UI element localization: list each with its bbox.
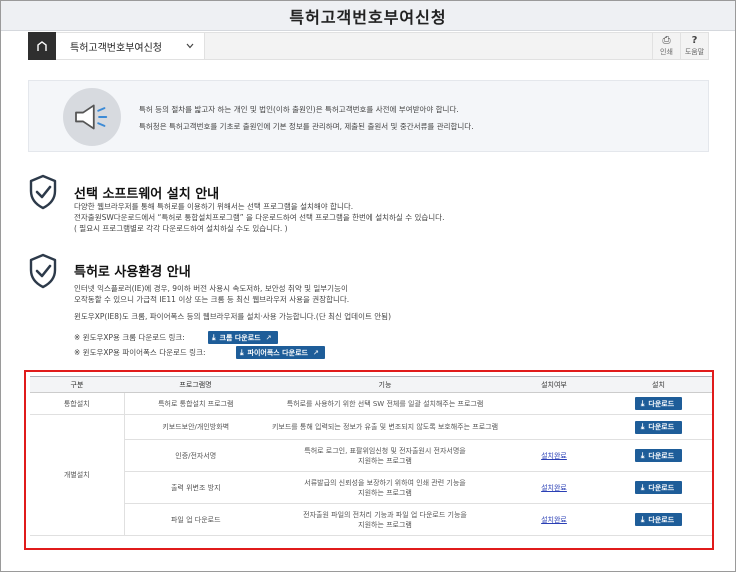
program-function: 서류발급의 신뢰성을 보장하기 위하여 인쇄 관련 기능을 지원하는 프로그램 (267, 471, 503, 504)
column-header: 구분 (30, 376, 124, 393)
megaphone-icon (63, 88, 121, 146)
install-status (503, 414, 605, 440)
download-icon: ⤓ (640, 422, 645, 431)
download-icon: ⤓ (640, 514, 645, 524)
program-name: 파일 업 다운로드 (124, 503, 267, 536)
notice-banner: 특허 등의 절차를 밟고자 하는 개인 및 법인(이하 출원인)은 특허고객번호… (28, 80, 709, 152)
program-function: 전자출원 파일의 전처리 기능과 파일 업 다운로드 기능을 지원하는 프로그램 (267, 503, 503, 536)
table-header-row: 구분 프로그램명 기능 설치여부 설치 (30, 376, 712, 393)
column-header: 설치여부 (503, 376, 605, 393)
section-title-environment: 특허로 사용환경 안내 (74, 265, 191, 280)
download-icon: ⤓ (640, 482, 645, 492)
download-button[interactable]: ⤓ 다운로드 (634, 481, 683, 494)
chevron-down-icon (186, 43, 194, 49)
external-link-icon: ↗ (312, 348, 319, 357)
column-header: 설치 (605, 376, 712, 393)
download-button[interactable]: ⤓ 다운로드 (634, 449, 683, 462)
chrome-download-button[interactable]: ⤓ 크롬 다운로드 ↗ (208, 331, 278, 344)
nav-bar: 특허고객번호부여신청 ⎙ 인쇄 ? 도움말 (28, 31, 709, 60)
help-label: 도움말 (684, 48, 705, 56)
download-button[interactable]: ⤓ 다운로드 (634, 513, 683, 526)
category-cell: 통합설치 (30, 392, 125, 415)
program-name: 출력 위변조 방지 (124, 471, 267, 504)
program-name: 키보드보안/개인방화벽 (124, 414, 267, 440)
program-function: 키보드를 통해 입력되는 정보가 유출 및 변조되지 않도록 보호해주는 프로그… (267, 414, 503, 440)
install-status (503, 392, 605, 415)
download-button[interactable]: ⤓ 다운로드 (634, 420, 683, 434)
table-row: 통합설치 특허로 통합설치 프로그램 특허로를 사용하기 위한 선택 SW 전체… (30, 392, 712, 415)
banner-line-1: 특허 등의 절차를 밟고자 하는 개인 및 법인(이하 출원인)은 특허고객번호… (139, 105, 459, 114)
external-link-icon: ↗ (265, 333, 272, 342)
section-title-software: 선택 소프트웨어 설치 안내 (74, 187, 220, 202)
category-cell: 개별설치 (30, 414, 125, 536)
download-icon: ⤓ (212, 332, 216, 342)
menu-dropdown-label: 특허고객번호부여신청 (70, 42, 162, 54)
firefox-download-button[interactable]: ⤓ 파이어폭스 다운로드 ↗ (236, 346, 325, 359)
install-status-link[interactable]: 설치완료 (541, 452, 567, 460)
install-status-link[interactable]: 설치완료 (541, 484, 567, 492)
help-button[interactable]: ? 도움말 (680, 33, 708, 59)
program-table: 구분 프로그램명 기능 설치여부 설치 통합설치 특허로 통합설치 프로그램 특… (30, 376, 712, 536)
program-function: 특허로를 사용하기 위한 선택 SW 전체를 일괄 설치해주는 프로그램 (267, 392, 503, 415)
program-function: 특허로 로그인, 표팔위임신청 및 전자출원시 전자서명을 지원하는 프로그램 (267, 439, 503, 472)
table-row: 파일 업 다운로드 전자출원 파일의 전처리 기능과 파일 업 다운로드 기능을… (30, 503, 712, 536)
home-icon (37, 40, 47, 51)
program-name: 인증/전자서명 (124, 439, 267, 472)
title-bar: 특허고객번호부여신청 (1, 1, 735, 31)
firefox-link-label: ※ 윈도우XP용 파이어폭스 다운로드 링크: (74, 348, 206, 357)
program-name: 특허로 통합설치 프로그램 (124, 392, 267, 415)
section-text-software: 다양한 웹브라우저를 통해 특허로를 이용하기 위해서는 선택 프로그램을 설치… (74, 202, 445, 233)
column-header: 기능 (267, 376, 503, 393)
menu-dropdown[interactable]: 특허고객번호부여신청 (56, 33, 205, 59)
shield-check-icon (29, 253, 57, 289)
print-icon: ⎙ (662, 35, 671, 46)
download-icon: ⤓ (640, 450, 645, 460)
print-label: 인쇄 (660, 48, 673, 56)
xp-note: 윈도우XP(IE8)도 크롬, 파이어폭스 등의 웹브라우저를 설치·사용 가능… (74, 312, 391, 321)
download-button[interactable]: ⤓ 다운로드 (634, 397, 683, 410)
program-table-highlight: 구분 프로그램명 기능 설치여부 설치 통합설치 특허로 통합설치 프로그램 특… (24, 370, 714, 550)
shield-check-icon (29, 174, 57, 210)
section-text-environment: 인터넷 익스플로러(IE)에 경우, 9이하 버전 사용시 속도저하, 보안성 … (74, 284, 350, 304)
install-status-link[interactable]: 설치완료 (541, 516, 567, 524)
table-row: 출력 위변조 방지 서류발급의 신뢰성을 보장하기 위하여 인쇄 관련 기능을 지… (30, 471, 712, 504)
download-icon: ⤓ (240, 347, 244, 357)
table-row: 개별설치 키보드보안/개인방화벽 키보드를 통해 입력되는 정보가 유출 및 변… (30, 414, 712, 536)
column-header: 프로그램명 (124, 376, 267, 393)
table-row: 인증/전자서명 특허로 로그인, 표팔위임신청 및 전자출원시 전자서명을 지원하… (30, 439, 712, 472)
help-icon: ? (691, 35, 698, 46)
home-button[interactable] (28, 31, 56, 60)
download-icon: ⤓ (640, 398, 645, 408)
banner-line-2: 특허청은 특허고객번호를 기초로 출원인에 기본 정보를 관리하며, 제출된 출… (139, 122, 474, 131)
print-button[interactable]: ⎙ 인쇄 (652, 33, 680, 59)
page-title: 특허고객번호부여신청 (289, 7, 447, 27)
chrome-link-label: ※ 윈도우XP용 크롬 다운로드 링크: (74, 333, 185, 342)
